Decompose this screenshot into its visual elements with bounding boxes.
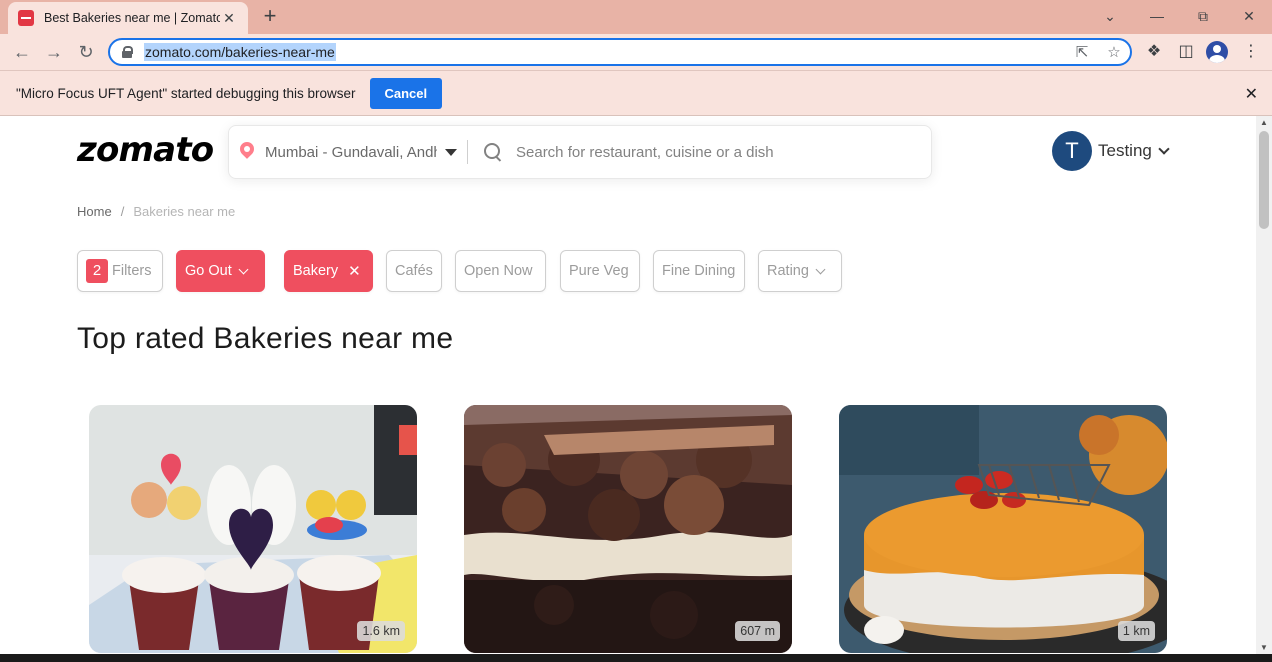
- user-menu[interactable]: T Testing: [1052, 131, 1170, 171]
- page-content: zomato Mumbai - Gundavali, Andheri T Tes…: [0, 116, 1256, 662]
- restaurant-card[interactable]: 607 m: [464, 405, 792, 653]
- minimize-icon[interactable]: —: [1145, 6, 1169, 26]
- search-bar: Mumbai - Gundavali, Andheri: [228, 125, 932, 179]
- filter-count-badge: 2: [86, 259, 108, 283]
- tab-title: Best Bakeries near me | Zomato: [44, 11, 220, 25]
- forward-arrow-icon[interactable]: →: [42, 41, 66, 63]
- search-divider: [467, 140, 468, 164]
- more-menu-icon[interactable]: ⋮: [1240, 41, 1262, 63]
- bookmark-star-icon[interactable]: ☆: [1104, 43, 1124, 63]
- fine-dining-label: Fine Dining: [662, 263, 736, 279]
- url-text[interactable]: zomato.com/bakeries-near-me: [144, 43, 336, 61]
- rating-label: Rating: [767, 263, 809, 279]
- rating-filter[interactable]: Rating: [758, 250, 842, 292]
- close-infobar-icon[interactable]: ✕: [1245, 84, 1258, 104]
- search-icon: [484, 143, 502, 161]
- share-icon[interactable]: ⇱: [1072, 43, 1092, 63]
- go-out-filter[interactable]: Go Out: [176, 250, 265, 292]
- tab-strip: Best Bakeries near me | Zomato ✕ + ⌄ — ⧉…: [0, 0, 1272, 34]
- scroll-up-arrow-icon[interactable]: ▲: [1260, 118, 1268, 127]
- os-taskbar: [0, 654, 1272, 662]
- cupcakes-photo: [89, 405, 417, 653]
- chevron-down-icon: [815, 264, 826, 274]
- address-bar[interactable]: zomato.com/bakeries-near-me ⇱ ☆: [108, 38, 1132, 66]
- restaurant-card[interactable]: 1 km: [839, 405, 1167, 653]
- close-window-icon[interactable]: ✕: [1237, 6, 1261, 26]
- open-now-label: Open Now: [464, 263, 533, 279]
- bakery-label: Bakery: [293, 263, 339, 279]
- location-selector[interactable]: Mumbai - Gundavali, Andheri: [265, 144, 437, 161]
- extensions-puzzle-icon[interactable]: ❖: [1143, 41, 1165, 63]
- breadcrumb: Home / Bakeries near me: [77, 204, 235, 219]
- lock-icon[interactable]: [122, 46, 133, 58]
- search-input[interactable]: [516, 143, 896, 161]
- breadcrumb-separator: /: [120, 204, 125, 219]
- browser-tab[interactable]: Best Bakeries near me | Zomato ✕: [8, 2, 248, 34]
- pure-veg-filter[interactable]: Pure Veg: [560, 250, 640, 292]
- caramel-cake-photo: [839, 405, 1167, 653]
- cafes-label: Cafés: [395, 263, 433, 279]
- distance-badge: 1.6 km: [357, 621, 405, 641]
- new-tab-button[interactable]: +: [258, 5, 282, 29]
- avatar[interactable]: T: [1052, 131, 1092, 171]
- page-title: Top rated Bakeries near me: [77, 322, 454, 355]
- chevron-down-icon: [238, 264, 249, 274]
- cancel-debugging-button[interactable]: Cancel: [369, 77, 443, 109]
- debugging-infobar: "Micro Focus UFT Agent" started debuggin…: [0, 70, 1272, 116]
- remove-filter-icon[interactable]: ✕: [348, 262, 361, 280]
- fine-dining-filter[interactable]: Fine Dining: [653, 250, 745, 292]
- filters-button[interactable]: 2 Filters: [77, 250, 163, 292]
- distance-badge: 607 m: [735, 621, 780, 641]
- zomato-favicon-icon: [18, 10, 34, 26]
- filters-label: Filters: [112, 263, 152, 279]
- browser-toolbar: ← → ↻ zomato.com/bakeries-near-me ⇱ ☆ ❖ …: [0, 34, 1272, 70]
- chevron-down-icon[interactable]: [1158, 143, 1170, 155]
- location-pin-icon: [239, 142, 255, 162]
- go-out-label: Go Out: [185, 263, 232, 279]
- infobar-message: "Micro Focus UFT Agent" started debuggin…: [16, 85, 356, 101]
- page-scrollbar[interactable]: ▲ ▼: [1256, 116, 1272, 654]
- chocolate-cake-photo: [464, 405, 792, 653]
- scroll-thumb[interactable]: [1259, 131, 1269, 229]
- zomato-logo[interactable]: zomato: [77, 130, 214, 170]
- profile-avatar-icon[interactable]: [1206, 41, 1228, 63]
- close-tab-icon[interactable]: ✕: [220, 10, 238, 27]
- caret-down-icon[interactable]: [445, 148, 457, 156]
- distance-badge: 1 km: [1117, 621, 1155, 641]
- reload-icon[interactable]: ↻: [74, 41, 98, 63]
- bakery-filter[interactable]: Bakery ✕: [284, 250, 373, 292]
- cafes-filter[interactable]: Cafés: [386, 250, 442, 292]
- side-panel-icon[interactable]: ◫: [1175, 41, 1197, 63]
- tab-search-chevron-icon[interactable]: ⌄: [1098, 6, 1122, 26]
- scroll-down-arrow-icon[interactable]: ▼: [1260, 643, 1268, 652]
- breadcrumb-current: Bakeries near me: [133, 204, 236, 219]
- breadcrumb-home[interactable]: Home: [77, 204, 112, 219]
- open-now-filter[interactable]: Open Now: [455, 250, 546, 292]
- user-name[interactable]: Testing: [1098, 141, 1152, 161]
- pure-veg-label: Pure Veg: [569, 263, 629, 279]
- restore-icon[interactable]: ⧉: [1191, 6, 1215, 26]
- restaurant-card[interactable]: 1.6 km: [89, 405, 417, 653]
- back-arrow-icon[interactable]: ←: [10, 41, 34, 63]
